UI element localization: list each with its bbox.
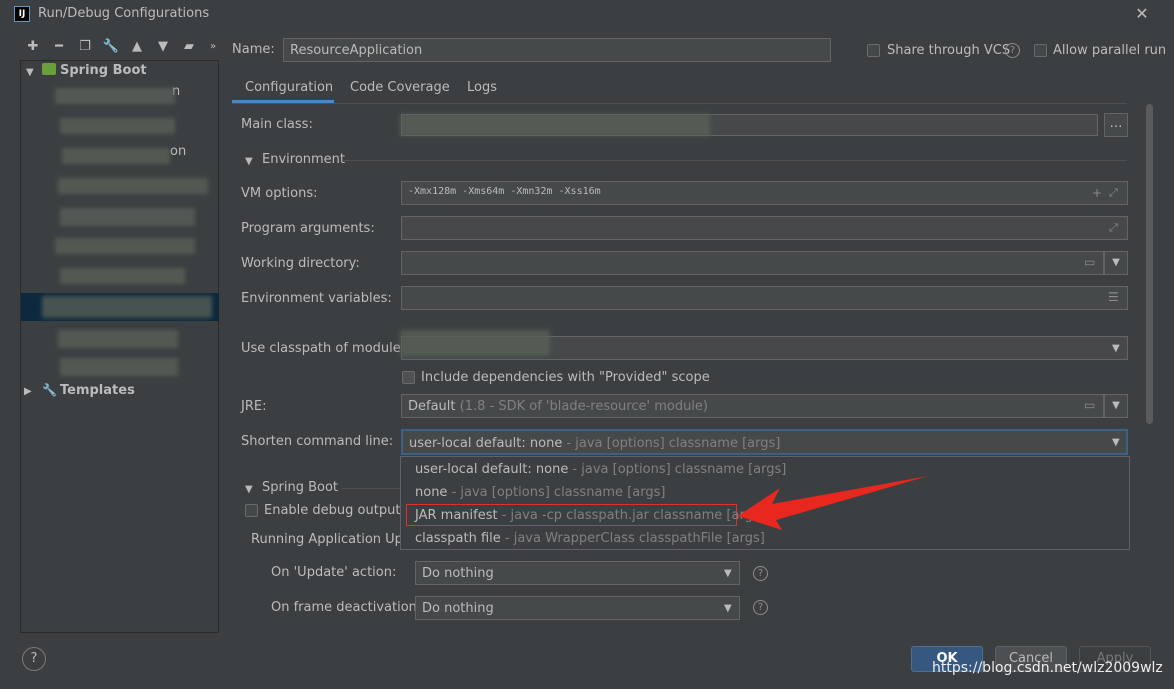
section-divider: [342, 488, 402, 489]
add-icon[interactable]: +: [1092, 186, 1102, 200]
annotation-arrow: [738, 476, 928, 530]
redacted-item: [58, 178, 208, 194]
enable-debug-checkbox[interactable]: [245, 504, 258, 517]
on-update-label: On 'Update' action:: [271, 565, 397, 580]
help-icon[interactable]: ?: [1005, 43, 1020, 58]
shorten-value: user-local default: none: [409, 436, 563, 451]
plus-icon[interactable]: ✚: [24, 38, 42, 56]
copy-icon[interactable]: ❐: [76, 38, 94, 56]
vm-options-input[interactable]: -Xmx128m -Xms64m -Xmn32m -Xss16m: [401, 181, 1128, 205]
vm-options-label: VM options:: [241, 186, 318, 201]
section-divider: [342, 160, 1127, 161]
shorten-hint: - java [options] classname [args]: [562, 436, 781, 451]
working-dir-label: Working directory:: [241, 256, 360, 271]
chevron-down-icon: ▼: [724, 603, 732, 614]
watermark: https://blog.csdn.net/wlz2009wlz: [932, 660, 1163, 676]
tree-item-spring-boot[interactable]: Spring Boot: [60, 63, 147, 78]
shorten-label: Shorten command line:: [241, 434, 394, 449]
tree-item-partial[interactable]: on: [170, 144, 186, 159]
redacted-item: [60, 358, 178, 376]
dropdown-option-jar-manifest[interactable]: JAR manifest - java -cp classpath.jar cl…: [415, 508, 765, 523]
name-input[interactable]: ResourceApplication: [283, 38, 831, 62]
redacted-item: [60, 208, 195, 226]
tab-configuration[interactable]: Configuration: [245, 80, 333, 95]
jre-dropdown[interactable]: ▼: [1104, 394, 1128, 418]
jre-value: Default: [408, 399, 456, 414]
spring-boot-collapse-icon[interactable]: ▼: [245, 481, 253, 496]
tab-code-coverage[interactable]: Code Coverage: [350, 80, 450, 95]
tree-collapsed-icon[interactable]: ▶: [24, 383, 32, 398]
close-icon[interactable]: ✕: [1132, 4, 1152, 24]
redacted-value: [400, 114, 710, 136]
redacted-value: [400, 330, 550, 356]
jre-hint: (1.8 - SDK of 'blade-resource' module): [459, 399, 708, 414]
list-icon[interactable]: ☰: [1108, 290, 1119, 304]
scrollbar[interactable]: [1146, 104, 1153, 424]
on-frame-label: On frame deactivation:: [271, 600, 422, 615]
jre-select[interactable]: Default (1.8 - SDK of 'blade-resource' m…: [401, 394, 1104, 418]
wrench-icon[interactable]: 🔧: [102, 38, 120, 56]
allow-parallel-checkbox[interactable]: [1034, 44, 1047, 57]
chevron-down-icon: ▼: [1112, 343, 1120, 354]
share-vcs-label: Share through VCS: [887, 43, 1011, 58]
redacted-item: [55, 88, 175, 104]
environment-section-label: Environment: [262, 152, 346, 167]
redacted-item: [62, 148, 170, 164]
program-args-input[interactable]: [401, 216, 1128, 240]
chevron-down-icon: ▼: [724, 568, 732, 579]
on-frame-select[interactable]: Do nothing: [415, 596, 740, 620]
chevron-down-icon: ▼: [1112, 437, 1120, 448]
help-button[interactable]: ?: [22, 647, 46, 671]
redacted-item: [60, 118, 175, 134]
window-title: Run/Debug Configurations: [38, 6, 210, 21]
working-dir-dropdown[interactable]: ▼: [1104, 251, 1128, 275]
arrow-up-icon[interactable]: ▲: [128, 38, 146, 56]
redacted-item: [58, 330, 178, 348]
minus-icon[interactable]: ━: [50, 38, 68, 56]
env-vars-input[interactable]: [401, 286, 1128, 310]
working-dir-input[interactable]: [401, 251, 1104, 275]
env-vars-label: Environment variables:: [241, 291, 392, 306]
name-label: Name:: [232, 42, 275, 57]
help-icon[interactable]: ?: [753, 600, 768, 615]
running-update-label: Running Application Upda: [251, 532, 420, 547]
chevron-down-icon: ▼: [1112, 400, 1120, 411]
tree-item-templates[interactable]: Templates: [60, 383, 135, 398]
jre-label: JRE:: [241, 399, 267, 414]
environment-collapse-icon[interactable]: ▼: [245, 153, 253, 168]
main-class-label: Main class:: [241, 117, 313, 132]
folder-icon[interactable]: ▭: [1084, 398, 1095, 412]
redacted-item: [55, 238, 195, 254]
wrench-icon: 🔧: [42, 383, 57, 397]
chevron-down-icon: ▼: [1112, 257, 1120, 268]
browse-button[interactable]: …: [1104, 113, 1128, 137]
redacted-item: [42, 296, 212, 318]
tabs-divider: [232, 103, 1127, 104]
program-args-label: Program arguments:: [241, 221, 375, 236]
expand-icon[interactable]: ⤢: [1109, 186, 1118, 200]
intellij-app-icon: IJ: [14, 6, 30, 22]
expand-icon[interactable]: ⤢: [1109, 221, 1118, 235]
allow-parallel-label: Allow parallel run: [1053, 43, 1167, 58]
dropdown-option[interactable]: none - java [options] classname [args]: [415, 485, 665, 500]
folder-icon[interactable]: ▰: [180, 38, 198, 56]
dropdown-option[interactable]: classpath file - java WrapperClass class…: [415, 531, 765, 546]
spring-boot-icon: [42, 63, 56, 75]
help-icon[interactable]: ?: [753, 566, 768, 581]
classpath-label: Use classpath of module: [241, 341, 401, 356]
enable-debug-label: Enable debug output: [264, 503, 401, 518]
arrow-down-icon[interactable]: ▼: [154, 38, 172, 56]
tree-expand-icon[interactable]: ▼: [26, 64, 34, 79]
redacted-item: [60, 268, 185, 284]
chevrons-icon[interactable]: »: [204, 38, 222, 56]
share-vcs-checkbox[interactable]: [867, 44, 880, 57]
spring-boot-section-label: Spring Boot: [262, 480, 339, 495]
include-deps-label: Include dependencies with "Provided" sco…: [421, 370, 710, 385]
shorten-select[interactable]: user-local default: none - java [options…: [401, 429, 1128, 455]
tab-logs[interactable]: Logs: [467, 80, 497, 95]
folder-icon[interactable]: ▭: [1084, 255, 1095, 269]
on-update-select[interactable]: Do nothing: [415, 561, 740, 585]
include-deps-checkbox[interactable]: [402, 371, 415, 384]
